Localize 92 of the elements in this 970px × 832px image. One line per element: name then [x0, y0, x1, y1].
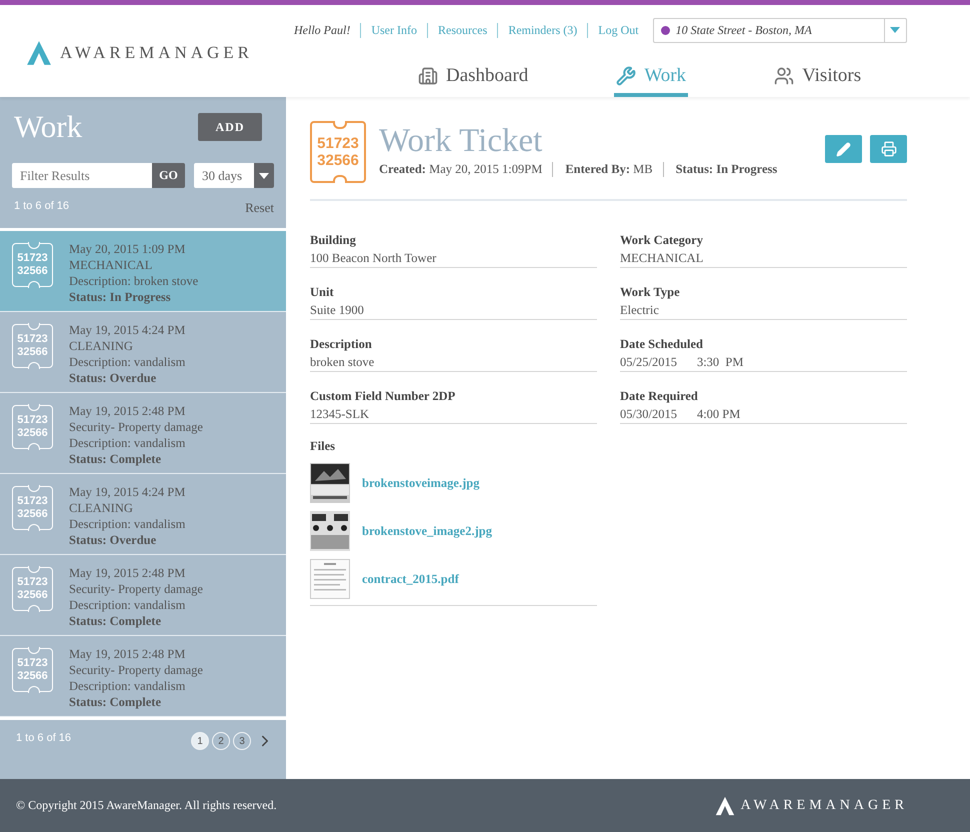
item-description: Description: vandalism — [69, 516, 186, 532]
field-label: Work Type — [620, 284, 681, 301]
ticket-badge: 51723 32566 — [12, 324, 53, 368]
ticket-title: Work Ticket — [379, 123, 544, 160]
nav-tab[interactable]: Work — [614, 55, 688, 97]
ticket-badge: 51723 32566 — [12, 486, 53, 530]
field-value: 100 Beacon North Tower — [310, 250, 436, 267]
edit-button[interactable] — [825, 135, 862, 163]
item-date: May 19, 2015 4:24 PM — [69, 484, 186, 500]
item-category: MECHANICAL — [69, 257, 154, 273]
field-label: Description — [310, 336, 373, 353]
caret-icon — [259, 172, 269, 178]
page-button[interactable]: 2 — [212, 732, 230, 750]
go-button[interactable]: GO — [152, 163, 185, 188]
pencil-icon — [836, 142, 851, 156]
item-date: May 19, 2015 4:24 PM — [69, 322, 186, 338]
item-date: May 19, 2015 2:48 PM — [69, 646, 186, 662]
ticket-badge: 51723 32566 — [12, 243, 53, 287]
print-button[interactable] — [870, 135, 907, 163]
item-status: Status: Complete — [69, 613, 162, 629]
header-link[interactable]: Resources — [426, 22, 498, 38]
ticket-badge: 51723 32566 — [310, 121, 366, 183]
copyright-text: © Copyright 2015 AwareManager. All rights reserved. — [16, 798, 277, 813]
item-category: Security- Property damage — [69, 581, 203, 597]
page-button[interactable]: 3 — [233, 732, 251, 750]
field-value: Electric — [620, 302, 659, 319]
item-date: May 20, 2015 1:09 PM — [69, 241, 186, 257]
range-select[interactable]: 30 days — [194, 163, 274, 188]
add-button[interactable]: ADD — [198, 113, 262, 141]
item-category: Security- Property damage — [69, 419, 203, 435]
field-label: Work Category — [620, 232, 704, 249]
logo-text: AWAREMANAGER — [740, 798, 908, 814]
field-value: 12345-SLK — [310, 406, 370, 423]
field-value: 3:30 PM — [696, 354, 744, 371]
item-status: Status: Overdue — [69, 370, 158, 386]
header-link[interactable]: Reminders (3) — [497, 22, 588, 38]
field-label: Building — [310, 232, 357, 249]
ticket-badge: 51723 32566 — [12, 567, 53, 611]
sidebar-title: Work — [14, 109, 82, 145]
printer-icon — [880, 141, 896, 157]
field-value: 05/30/2015 — [620, 406, 677, 423]
page-button[interactable]: 1 — [191, 732, 209, 750]
greeting: Hello Paul! — [294, 22, 352, 38]
field-label: Date Scheduled — [620, 336, 704, 353]
field-value: MECHANICAL — [620, 250, 704, 267]
caret-icon — [890, 27, 900, 33]
header-link[interactable]: User Info — [360, 22, 427, 38]
header-link[interactable]: Log Out — [587, 22, 649, 38]
result-count: 1 to 6 of 16 — [13, 200, 70, 214]
ticket-meta: Entered By: MB — [552, 162, 663, 178]
logo-text: AWAREMANAGER — [60, 43, 254, 63]
item-status: Status: In Progress — [69, 289, 172, 305]
field-label: Unit — [310, 284, 335, 301]
item-category: CLEANING — [69, 500, 134, 516]
building-icon — [418, 66, 438, 86]
ticket-meta: Status: In Progress — [662, 162, 788, 178]
file-link[interactable]: contract_2015.pdf — [362, 572, 459, 586]
reset-link[interactable]: Reset — [245, 200, 274, 216]
field-value: Suite 1900 — [310, 302, 364, 319]
item-status: Status: Complete — [69, 451, 162, 467]
ticket-meta: Created: May 20, 2015 1:09PM — [379, 162, 544, 178]
item-category: Security- Property damage — [69, 662, 203, 678]
item-description: Description: broken stove — [69, 273, 198, 289]
field-value: 05/25/2015 — [620, 354, 677, 371]
result-count: 1 to 6 of 16 — [15, 732, 72, 744]
field-label: Custom Field Number 2DP — [310, 388, 456, 405]
ticket-badge: 51723 32566 — [12, 648, 53, 692]
logo-icon — [26, 40, 52, 66]
item-description: Description: vandalism — [69, 597, 186, 613]
file-link[interactable]: brokenstove_image2.jpg — [362, 524, 492, 538]
field-value: 4:00 PM — [696, 406, 740, 423]
item-description: Description: vandalism — [69, 678, 186, 694]
users-icon — [774, 66, 794, 86]
work-item[interactable]: 51723 32566 May 20, 2015 1:09 PM MECHANICAL Description: broken stove Status: In Progress — [0, 231, 286, 312]
file-link[interactable]: brokenstoveimage.jpg — [362, 476, 480, 490]
item-status: Status: Complete — [69, 694, 162, 710]
item-description: Description: vandalism — [69, 435, 186, 451]
item-date: May 19, 2015 2:48 PM — [69, 565, 186, 581]
nav-tab[interactable]: Visitors — [772, 55, 864, 97]
item-status: Status: Overdue — [69, 532, 158, 548]
nav-tab[interactable]: Dashboard — [416, 55, 530, 97]
ticket-badge: 51723 32566 — [12, 405, 53, 449]
field-label: Files — [310, 439, 335, 453]
item-category: CLEANING — [69, 338, 134, 354]
logo-icon — [714, 796, 735, 816]
location-select[interactable]: 10 State Street - Boston, MA — [652, 18, 907, 42]
wrench-icon — [616, 66, 636, 86]
filter-field[interactable]: Filter Results — [12, 163, 152, 188]
field-label: Date Required — [620, 388, 699, 405]
item-date: May 19, 2015 2:48 PM — [69, 403, 186, 419]
field-value: broken stove — [310, 354, 374, 371]
item-description: Description: vandalism — [69, 354, 186, 370]
